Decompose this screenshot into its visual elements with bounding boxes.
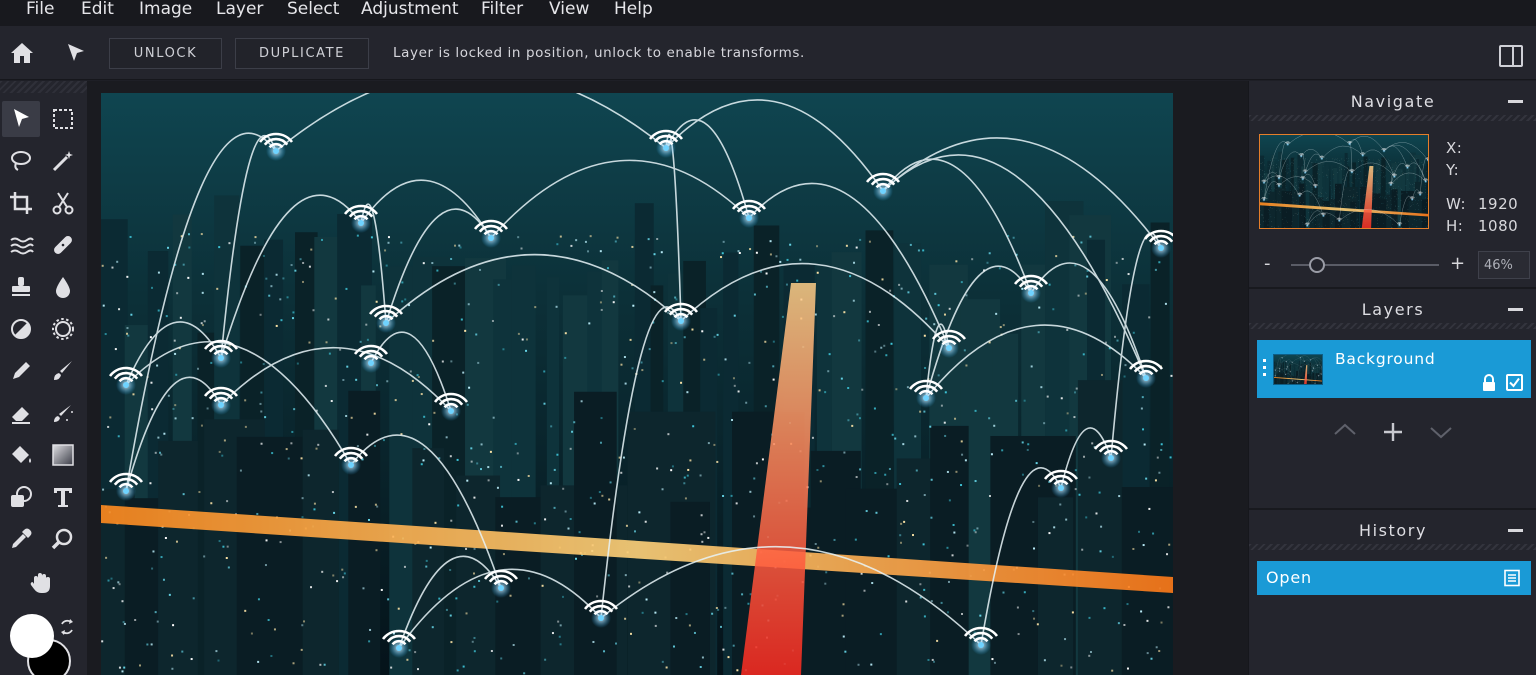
- document-canvas[interactable]: [101, 93, 1173, 675]
- h-label: H:: [1446, 217, 1464, 235]
- navigator-thumbnail[interactable]: [1259, 134, 1429, 229]
- eraser-icon[interactable]: [2, 395, 40, 431]
- zoom-out-button[interactable]: -: [1264, 253, 1271, 274]
- city-network-photo: [101, 93, 1173, 675]
- spray-brush-icon[interactable]: [44, 395, 82, 431]
- collapse-history-icon[interactable]: [1508, 529, 1523, 532]
- unlock-button[interactable]: UNLOCK: [109, 38, 222, 69]
- layers-grip: [1249, 323, 1536, 329]
- collapse-panel-icon[interactable]: [1499, 45, 1523, 67]
- zoom-in-button[interactable]: +: [1450, 253, 1465, 274]
- zoom-slider-handle[interactable]: [1309, 257, 1326, 273]
- lasso-icon[interactable]: [2, 143, 40, 179]
- menu-edit[interactable]: Edit: [81, 0, 114, 18]
- dodge-icon[interactable]: [2, 311, 40, 347]
- move-layer-down-icon[interactable]: [1429, 425, 1453, 444]
- scissors-icon[interactable]: [44, 185, 82, 221]
- layer-name[interactable]: Background: [1335, 350, 1435, 368]
- tool-palette: [0, 81, 87, 675]
- add-layer-icon[interactable]: [1382, 421, 1404, 447]
- menu-view[interactable]: View: [549, 0, 589, 18]
- document-icon: [1503, 569, 1521, 591]
- options-toolbar: UNLOCK DUPLICATE Layer is locked in posi…: [0, 26, 1536, 80]
- menu-adjustment[interactable]: Adjustment: [361, 0, 459, 18]
- layer-preview: [1274, 355, 1322, 384]
- drag-handle-icon[interactable]: [1263, 359, 1266, 379]
- menu-image[interactable]: Image: [139, 0, 192, 18]
- layer-thumbnail: [1273, 354, 1323, 385]
- shape-icon[interactable]: [2, 479, 40, 515]
- move-icon[interactable]: [2, 101, 40, 137]
- sponge-icon[interactable]: [44, 311, 82, 347]
- arrow-pointer-icon[interactable]: [62, 39, 90, 67]
- x-label: X:: [1446, 139, 1463, 157]
- w-value: 1920: [1478, 195, 1519, 213]
- history-grip: [1249, 544, 1536, 550]
- lock-icon[interactable]: [1481, 374, 1497, 396]
- history-item-label: Open: [1266, 568, 1312, 587]
- pencil-icon[interactable]: [2, 353, 40, 389]
- healing-bandage-icon[interactable]: [44, 227, 82, 263]
- text-icon[interactable]: [44, 479, 82, 515]
- history-title: History: [1358, 521, 1428, 540]
- crop-icon[interactable]: [2, 185, 40, 221]
- marquee-icon[interactable]: [44, 101, 82, 137]
- navigate-title: Navigate: [1350, 92, 1436, 111]
- w-label: W:: [1446, 195, 1467, 213]
- navigator-preview: [1260, 135, 1428, 228]
- h-value: 1080: [1478, 217, 1519, 235]
- collapse-layers-icon[interactable]: [1508, 308, 1523, 311]
- zoom-icon[interactable]: [44, 521, 82, 557]
- menu-filter[interactable]: Filter: [481, 0, 523, 18]
- drop-icon[interactable]: [44, 269, 82, 305]
- menu-bar: File Edit Image Layer Select Adjustment …: [0, 0, 1536, 26]
- side-panel: Navigate X: Y: W: 1920 H: 1080 - + 46% L…: [1248, 81, 1536, 675]
- layer-visibility-checkbox[interactable]: [1506, 374, 1523, 391]
- foreground-color-swatch[interactable]: [10, 614, 54, 658]
- palette-grip: [0, 81, 87, 93]
- home-icon[interactable]: [8, 39, 36, 67]
- hand-icon[interactable]: [22, 565, 60, 601]
- zoom-input[interactable]: 46%: [1478, 251, 1530, 279]
- menu-layer[interactable]: Layer: [216, 0, 263, 18]
- layers-header: Layers: [1249, 289, 1536, 329]
- history-header: History: [1249, 510, 1536, 550]
- menu-file[interactable]: File: [26, 0, 54, 18]
- layers-title: Layers: [1361, 300, 1425, 319]
- swap-colors-icon[interactable]: [58, 618, 76, 636]
- navigate-grip: [1249, 115, 1536, 121]
- liquify-icon[interactable]: [2, 227, 40, 263]
- history-item-open[interactable]: Open: [1257, 561, 1531, 595]
- layer-row-background[interactable]: Background: [1257, 340, 1531, 398]
- menu-help[interactable]: Help: [614, 0, 653, 18]
- collapse-navigate-icon[interactable]: [1508, 100, 1523, 103]
- magic-wand-icon[interactable]: [44, 143, 82, 179]
- eyedropper-icon[interactable]: [2, 521, 40, 557]
- brush-icon[interactable]: [44, 353, 82, 389]
- stamp-icon[interactable]: [2, 269, 40, 305]
- move-layer-up-icon[interactable]: [1333, 421, 1357, 440]
- gradient-icon[interactable]: [44, 437, 82, 473]
- y-label: Y:: [1446, 161, 1460, 179]
- status-message: Layer is locked in position, unlock to e…: [393, 45, 805, 61]
- menu-select[interactable]: Select: [287, 0, 339, 18]
- paint-bucket-icon[interactable]: [2, 437, 40, 473]
- navigate-header: Navigate: [1249, 81, 1536, 121]
- duplicate-button[interactable]: DUPLICATE: [235, 38, 369, 69]
